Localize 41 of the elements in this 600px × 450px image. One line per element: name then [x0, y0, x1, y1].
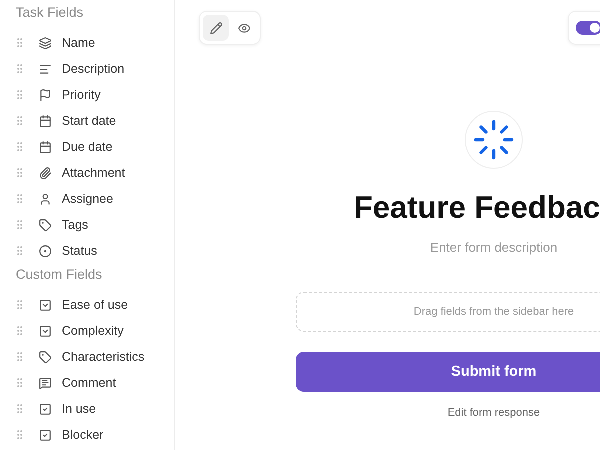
field-item[interactable]: Complexity — [62, 324, 124, 338]
calendar-icon — [38, 114, 52, 128]
form-title[interactable]: Feature Feedbac — [354, 190, 600, 226]
field-item[interactable]: Description — [62, 62, 125, 76]
field-item[interactable]: Name — [62, 36, 96, 50]
edit-response-link[interactable]: Edit form response — [448, 407, 540, 419]
pencil-icon — [210, 22, 222, 34]
field-item[interactable]: Tags — [62, 218, 88, 232]
field-item[interactable]: Start date — [62, 114, 116, 128]
field-item[interactable]: Assignee — [62, 192, 114, 206]
circle-dot-icon — [38, 244, 52, 258]
field-item[interactable]: Blocker — [62, 428, 104, 442]
drop-zone: Drag fields from the sidebar here — [296, 292, 600, 332]
checkbox-icon — [38, 428, 52, 442]
field-item[interactable]: Comment — [62, 376, 116, 390]
field-item[interactable]: Priority — [62, 88, 101, 102]
toggle-switch[interactable] — [576, 21, 600, 35]
eye-icon — [238, 22, 250, 34]
spinner-icon — [474, 120, 514, 160]
calendar-icon — [38, 140, 52, 154]
section-title: Task Fields — [15, 4, 85, 22]
field-item[interactable]: Ease of use — [62, 298, 128, 312]
field-item[interactable]: Characteristics — [62, 350, 145, 364]
text-lines-icon — [38, 62, 52, 76]
field-item[interactable]: Attachment — [62, 166, 126, 180]
tag-icon — [38, 218, 52, 232]
dropdown-icon — [38, 298, 52, 312]
checkbox-icon — [38, 402, 52, 416]
dropdown-icon — [38, 324, 52, 338]
field-item[interactable]: Status — [62, 244, 98, 258]
submit-button[interactable]: Submit form — [296, 352, 600, 392]
field-item[interactable]: In use — [62, 402, 96, 416]
person-icon — [38, 192, 52, 206]
paperclip-icon — [38, 166, 52, 180]
edit-mode-button[interactable] — [203, 15, 229, 41]
flag-icon — [38, 88, 52, 102]
layers-icon — [38, 36, 52, 50]
section-title: Custom Fields — [15, 266, 104, 284]
comment-icon — [38, 376, 52, 390]
field-item[interactable]: Due date — [62, 140, 113, 154]
tag-icon — [38, 350, 52, 364]
